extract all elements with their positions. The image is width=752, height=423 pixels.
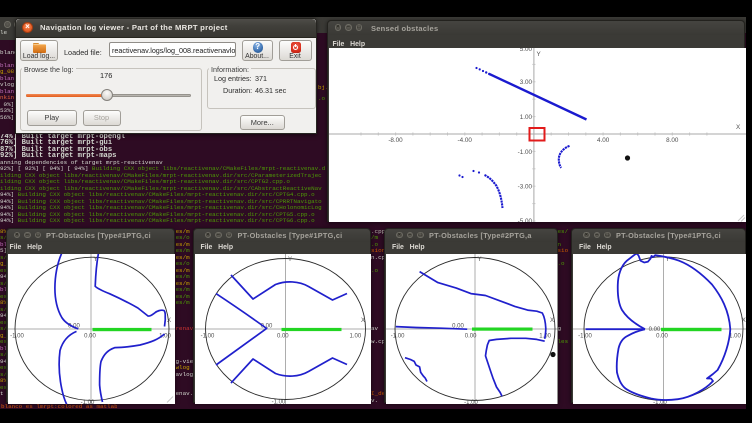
svg-text:0.00: 0.00 — [656, 333, 668, 339]
svg-text:-3.00: -3.00 — [517, 183, 532, 190]
svg-text:0.00: 0.00 — [465, 333, 477, 339]
svg-text:1.00: 1.00 — [349, 333, 361, 339]
svg-text:Y: Y — [478, 257, 482, 263]
svg-text:0.00: 0.00 — [276, 333, 288, 339]
svg-text:0.00: 0.00 — [649, 327, 661, 333]
svg-text:-1.00: -1.00 — [464, 400, 478, 404]
svg-text:-1.00: -1.00 — [578, 333, 592, 339]
svg-text:-1.00: -1.00 — [517, 149, 532, 156]
svg-text:X: X — [361, 318, 365, 324]
svg-text:-1.00: -1.00 — [200, 333, 214, 339]
svg-text:3.00: 3.00 — [519, 79, 532, 86]
svg-text:-1.00: -1.00 — [391, 333, 405, 339]
svg-text:X: X — [550, 318, 554, 324]
svg-text:8.00: 8.00 — [666, 137, 679, 144]
svg-text:-1.00: -1.00 — [81, 400, 95, 404]
svg-text:-8.00: -8.00 — [388, 137, 403, 144]
svg-text:-5.00: -5.00 — [517, 218, 532, 223]
svg-text:1.00: 1.00 — [729, 333, 741, 339]
svg-text:0.00: 0.00 — [84, 333, 96, 339]
svg-text:5.00: 5.00 — [519, 48, 532, 53]
svg-text:-1.00: -1.00 — [271, 399, 285, 404]
svg-text:X: X — [167, 318, 171, 324]
svg-text:-1.00: -1.00 — [10, 333, 24, 339]
svg-text:1.00: 1.00 — [519, 114, 532, 121]
svg-text:4.00: 4.00 — [596, 137, 609, 144]
svg-text:-4.00: -4.00 — [457, 137, 472, 144]
svg-text:Y: Y — [288, 257, 292, 263]
